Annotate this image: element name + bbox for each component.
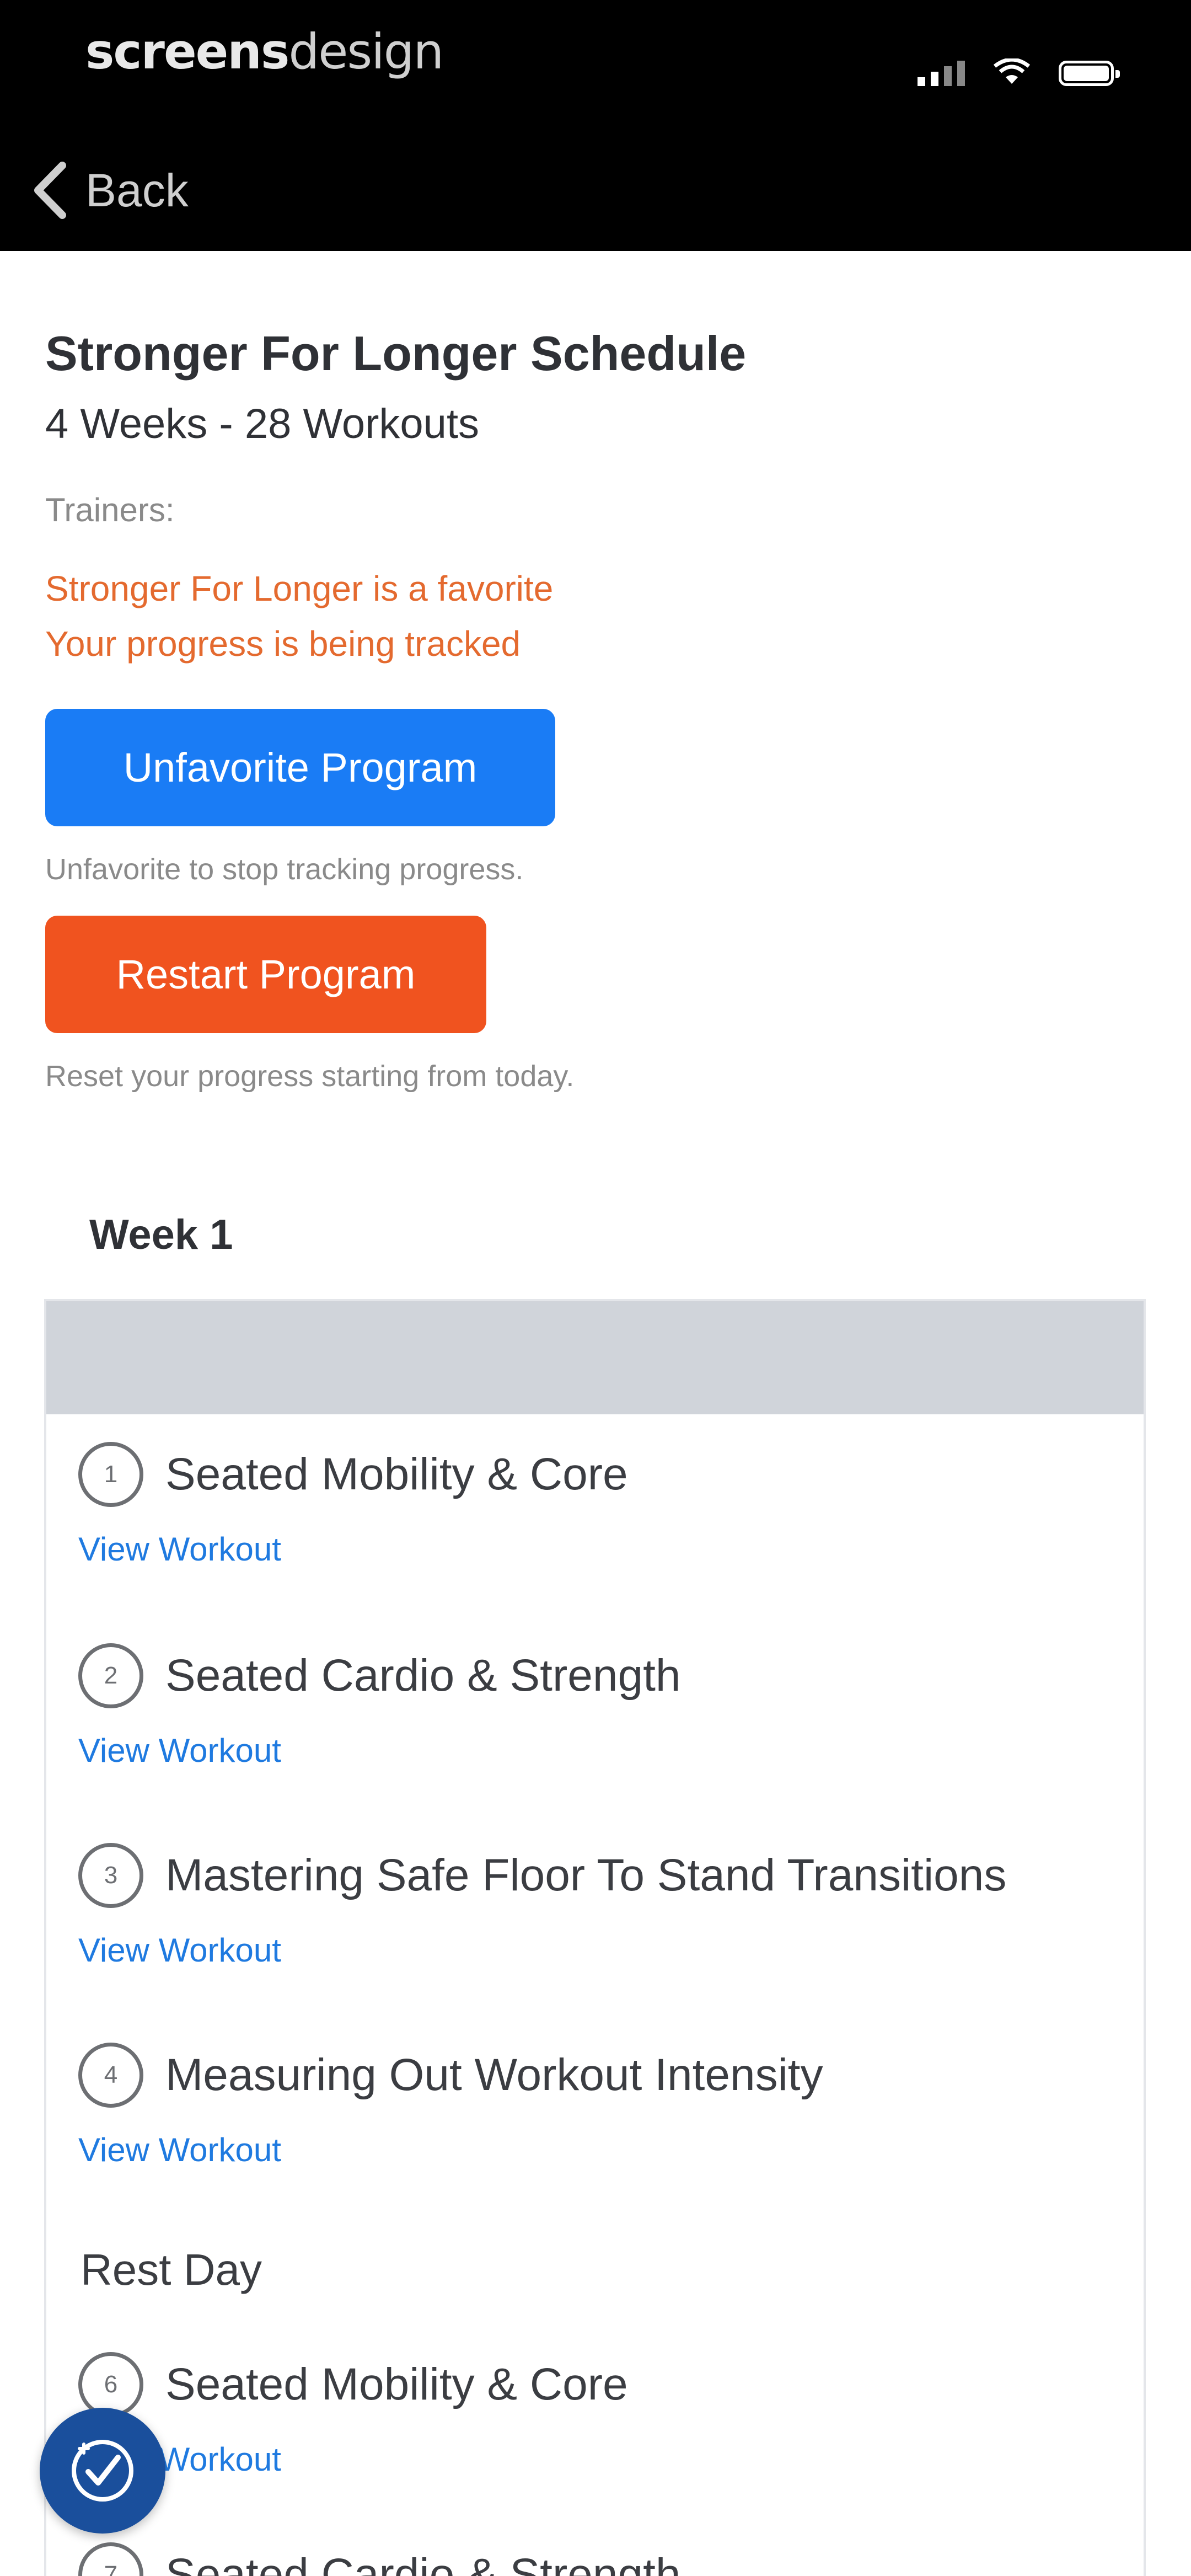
workout-number-badge: 1 xyxy=(78,1442,143,1507)
brand-watermark: screensdesign xyxy=(85,23,444,80)
wifi-icon xyxy=(993,58,1031,84)
workout-item: 2 Seated Cardio & Strength View Workout xyxy=(78,1643,1137,1770)
workout-title: Seated Mobility & Core xyxy=(165,2359,628,2409)
workout-number-badge: 2 xyxy=(78,1643,143,1708)
workout-number-badge: 7 xyxy=(78,2542,143,2576)
workout-title: Mastering Safe Floor To Stand Transition… xyxy=(165,1850,1007,1900)
workout-item: 6 Seated Mobility & Core View Workout xyxy=(78,2352,1137,2478)
unfavorite-program-button[interactable]: Unfavorite Program xyxy=(45,709,555,826)
view-workout-link[interactable]: View Workout xyxy=(78,1731,281,1770)
view-workout-link[interactable]: View Workout xyxy=(78,1530,281,1568)
workout-number-badge: 4 xyxy=(78,2043,143,2108)
battery-icon xyxy=(1059,61,1120,86)
program-title: Stronger For Longer Schedule xyxy=(45,326,747,381)
week-header-band xyxy=(46,1301,1144,1414)
workout-number-badge: 6 xyxy=(78,2352,143,2417)
checkmark-badge-icon xyxy=(72,2440,133,2502)
week-heading: Week 1 xyxy=(89,1211,233,1258)
view-workout-link[interactable]: View Workout xyxy=(78,2131,281,2169)
workout-item: 1 Seated Mobility & Core View Workout xyxy=(78,1442,1137,1568)
trainers-label: Trainers: xyxy=(45,491,175,528)
workout-item: 3 Mastering Safe Floor To Stand Transiti… xyxy=(78,1843,1137,1969)
view-workout-link[interactable]: View Workout xyxy=(78,1931,281,1969)
brand-bold: screens xyxy=(85,23,289,80)
workout-title: Seated Cardio & Strength xyxy=(165,1650,681,1701)
brand-light: design xyxy=(288,23,444,80)
rest-day-label: Rest Day xyxy=(81,2245,262,2294)
workout-title: Seated Cardio & Strength xyxy=(165,2550,681,2576)
workout-title: Measuring Out Workout Intensity xyxy=(165,2050,823,2100)
status-bar: screensdesign xyxy=(0,0,1191,127)
restart-hint: Reset your progress starting from today. xyxy=(45,1060,575,1093)
program-detail: Stronger For Longer Schedule 4 Weeks - 2… xyxy=(0,251,1191,2576)
program-subtitle: 4 Weeks - 28 Workouts xyxy=(45,400,480,447)
week-panel: 1 Seated Mobility & Core View Workout 2 … xyxy=(44,1299,1146,2576)
workout-number-badge: 3 xyxy=(78,1843,143,1908)
chevron-left-icon xyxy=(34,162,66,219)
status-icons xyxy=(918,51,1120,86)
unfavorite-hint: Unfavorite to stop tracking progress. xyxy=(45,853,524,886)
back-button[interactable]: Back xyxy=(30,160,189,221)
tracking-status: Your progress is being tracked xyxy=(45,624,521,664)
workout-item: 4 Measuring Out Workout Intensity View W… xyxy=(78,2043,1137,2169)
restart-program-button[interactable]: Restart Program xyxy=(45,916,486,1033)
back-label: Back xyxy=(85,164,189,216)
workout-title: Seated Mobility & Core xyxy=(165,1449,628,1499)
workout-item: 7 Seated Cardio & Strength xyxy=(78,2542,1137,2576)
signal-icon xyxy=(918,58,965,86)
nav-bar: Back xyxy=(0,127,1191,251)
checkin-fab-button[interactable] xyxy=(40,2408,165,2534)
favorite-status: Stronger For Longer is a favorite xyxy=(45,569,554,608)
